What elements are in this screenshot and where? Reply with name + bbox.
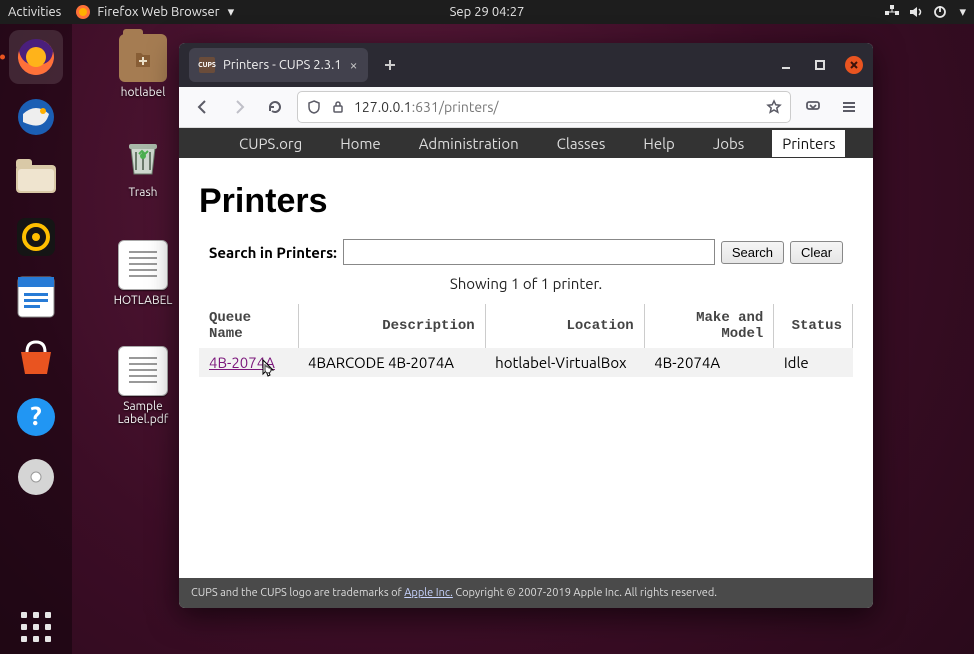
text-file-icon: [118, 240, 168, 290]
cups-footer: CUPS and the CUPS logo are trademarks of…: [179, 578, 873, 608]
window-minimize-button[interactable]: [777, 56, 795, 74]
browser-tab[interactable]: CUPS Printers - CUPS 2.3.1 ×: [189, 48, 368, 82]
desktop-icon-label: HOTLABEL: [98, 294, 188, 307]
show-apps-button[interactable]: [9, 600, 63, 654]
desktop-file-sample-label[interactable]: Sample Label.pdf: [98, 346, 188, 426]
trash-icon: [119, 134, 167, 182]
desktop-folder-hotlabel[interactable]: hotlabel: [98, 34, 188, 99]
new-tab-button[interactable]: [376, 51, 404, 79]
nav-cupsorg[interactable]: CUPS.org: [229, 130, 312, 157]
svg-text:?: ?: [30, 401, 41, 430]
desktop-icon-label: Trash: [98, 186, 188, 199]
pocket-button[interactable]: [799, 93, 827, 121]
tab-close-button[interactable]: ×: [350, 58, 358, 72]
power-icon: [933, 5, 947, 19]
app-menu-button[interactable]: [835, 93, 863, 121]
dock-help[interactable]: ?: [9, 390, 63, 444]
nav-classes[interactable]: Classes: [547, 130, 616, 157]
dock-disc[interactable]: [9, 450, 63, 504]
search-button[interactable]: Search: [721, 241, 784, 264]
nav-printers[interactable]: Printers: [772, 130, 845, 157]
col-status: Status: [774, 304, 853, 348]
volume-icon: [909, 5, 923, 19]
dock-thunderbird[interactable]: [9, 90, 63, 144]
nav-reload-button[interactable]: [261, 93, 289, 121]
window-maximize-button[interactable]: [811, 56, 829, 74]
dock-firefox[interactable]: [9, 30, 63, 84]
firefox-toolbar: 127.0.0.1:631/printers/: [179, 87, 873, 128]
firefox-window: CUPS Printers - CUPS 2.3.1 × 127.0.0.1:6…: [179, 43, 873, 608]
url-text: 127.0.0.1:631/printers/: [354, 99, 758, 115]
chevron-down-icon: ▾: [228, 5, 235, 20]
search-row: Search in Printers: Search Clear: [199, 239, 853, 265]
desktop-icon-label: Sample Label.pdf: [98, 400, 188, 426]
text-file-icon: [118, 346, 168, 396]
desktop-file-hotlabel[interactable]: HOTLABEL: [98, 240, 188, 307]
nav-administration[interactable]: Administration: [409, 130, 529, 157]
desktop-trash[interactable]: Trash: [98, 134, 188, 199]
clock[interactable]: Sep 29 04:27: [450, 5, 525, 19]
cups-nav: CUPS.org Home Administration Classes Hel…: [179, 128, 873, 158]
result-count: Showing 1 of 1 printer.: [199, 275, 853, 292]
printer-queue-link[interactable]: 4B-2074A: [209, 354, 275, 371]
nav-help[interactable]: Help: [633, 130, 684, 157]
printer-description: 4BARCODE 4B-2074A: [298, 348, 485, 377]
dock-software[interactable]: [9, 330, 63, 384]
col-description: Description: [298, 304, 485, 348]
firefox-tabbar: CUPS Printers - CUPS 2.3.1 ×: [179, 43, 873, 87]
dock-files[interactable]: [9, 150, 63, 204]
clear-button[interactable]: Clear: [790, 241, 843, 264]
dock-rhythmbox[interactable]: [9, 210, 63, 264]
page-title: Printers: [199, 182, 853, 221]
table-row: 4B-2074A 4BARCODE 4B-2074A hotlabel-Virt…: [199, 348, 853, 377]
chevron-down-icon: ▾: [959, 5, 966, 20]
folder-icon: [119, 34, 167, 82]
tab-title: Printers - CUPS 2.3.1: [223, 58, 342, 72]
col-location: Location: [485, 304, 644, 348]
system-tray[interactable]: ▾: [885, 5, 966, 20]
nav-back-button[interactable]: [189, 93, 217, 121]
col-make-model: Make and Model: [644, 304, 774, 348]
tab-favicon-icon: CUPS: [199, 57, 215, 73]
desktop-icon-label: hotlabel: [98, 86, 188, 99]
nav-home[interactable]: Home: [330, 130, 390, 157]
url-bar[interactable]: 127.0.0.1:631/printers/: [297, 91, 791, 123]
app-menu-label: Firefox Web Browser: [97, 5, 219, 19]
firefox-menu-icon: [75, 4, 91, 20]
cups-page: Printers Search in Printers: Search Clea…: [179, 158, 873, 578]
ubuntu-dock: ?: [0, 24, 72, 654]
nav-forward-button[interactable]: [225, 93, 253, 121]
nav-jobs[interactable]: Jobs: [703, 130, 754, 157]
printer-location: hotlabel-VirtualBox: [485, 348, 644, 377]
search-label: Search in Printers:: [209, 244, 337, 261]
shield-icon: [306, 99, 322, 115]
printer-make-model: 4B-2074A: [644, 348, 774, 377]
printers-table: Queue Name Description Location Make and…: [199, 304, 853, 377]
dock-libreoffice-writer[interactable]: [9, 270, 63, 324]
search-input[interactable]: [343, 239, 715, 265]
window-close-button[interactable]: [845, 56, 863, 74]
gnome-topbar: Activities Firefox Web Browser ▾ Sep 29 …: [0, 0, 974, 24]
printer-status: Idle: [774, 348, 853, 377]
col-queue: Queue Name: [199, 304, 298, 348]
footer-apple-link[interactable]: Apple Inc.: [404, 587, 453, 599]
bookmark-star-icon[interactable]: [766, 99, 782, 115]
app-menu[interactable]: Firefox Web Browser ▾: [75, 4, 234, 20]
lock-icon: [330, 99, 346, 115]
activities-button[interactable]: Activities: [8, 5, 61, 19]
network-icon: [885, 5, 899, 19]
